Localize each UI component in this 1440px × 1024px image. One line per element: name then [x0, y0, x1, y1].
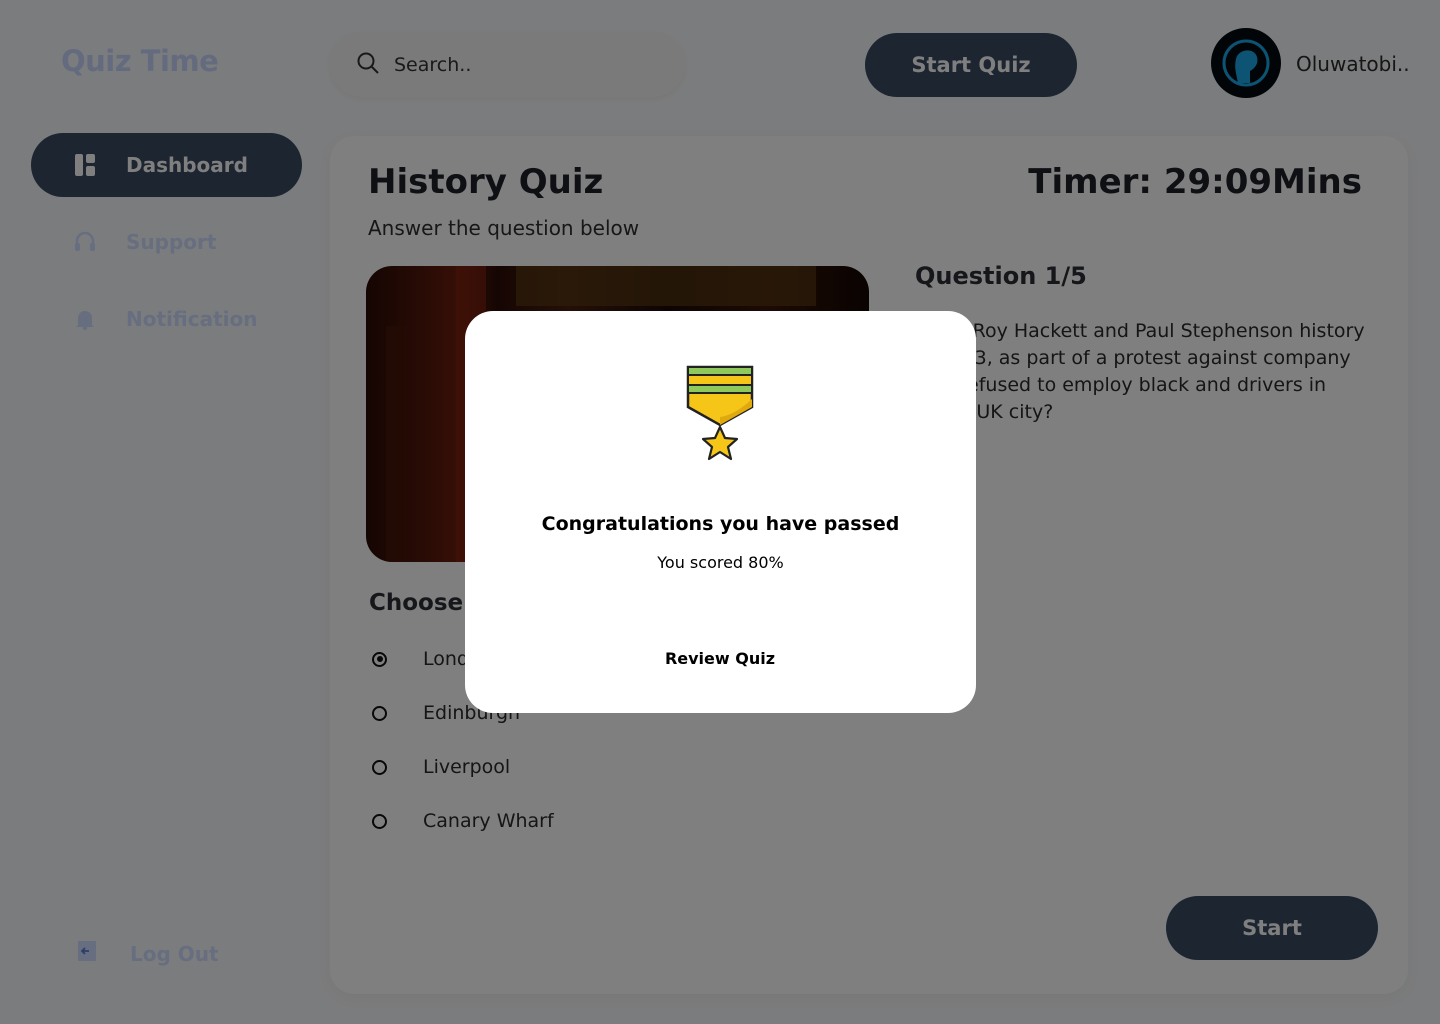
medal-icon [686, 365, 754, 461]
page: Quiz Time Dashboard Support Notification… [0, 0, 1440, 1024]
score-text: You scored 80% [657, 553, 784, 572]
modal-title: Congratulations you have passed [541, 513, 900, 535]
review-quiz-button[interactable]: Review Quiz [645, 643, 795, 673]
result-modal: Congratulations you have passed You scor… [465, 311, 976, 713]
